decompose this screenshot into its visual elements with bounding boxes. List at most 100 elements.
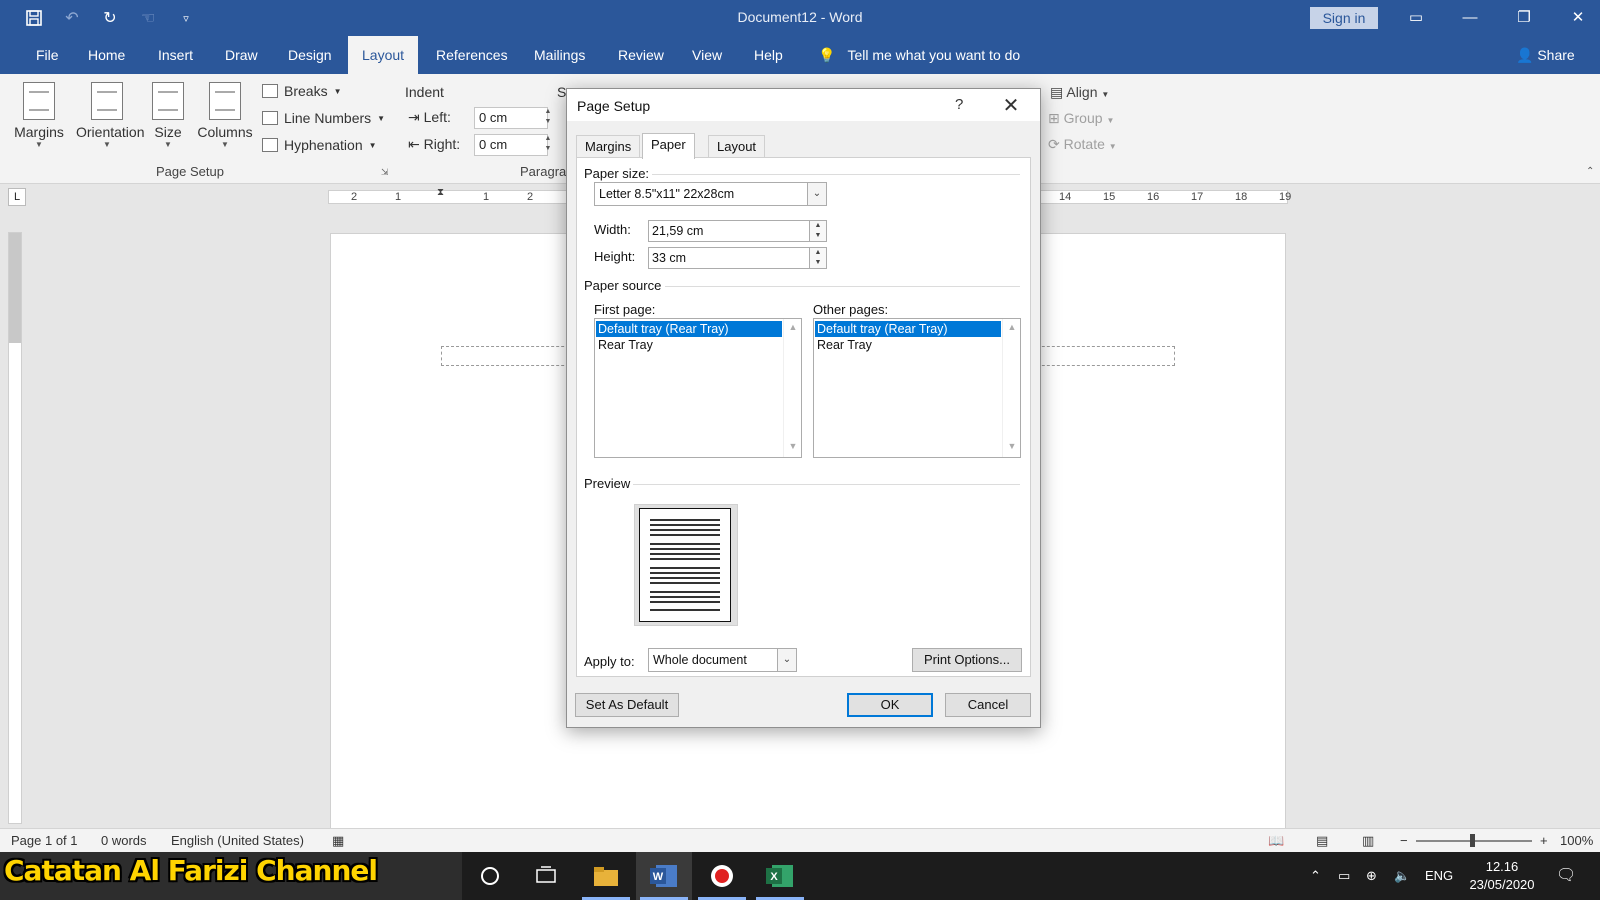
chevron-down-icon[interactable]: ⌄ xyxy=(777,649,796,671)
height-stepper[interactable]: ▲ ▼ xyxy=(809,248,826,268)
cortana-icon[interactable] xyxy=(462,852,518,900)
notifications-icon[interactable]: 🗨 xyxy=(1556,852,1576,900)
width-stepper[interactable]: ▲ ▼ xyxy=(809,221,826,241)
chevron-down-icon: ▼ xyxy=(221,140,229,149)
apply-to-select[interactable]: Whole document ⌄ xyxy=(648,648,797,672)
show-hidden-icons-icon[interactable]: ⌃ xyxy=(1310,852,1321,900)
list-item[interactable]: Default tray (Rear Tray) xyxy=(815,321,1001,337)
ok-button[interactable]: OK xyxy=(847,693,933,717)
ribbon-tab-bar: File Home Insert Draw Design Layout Refe… xyxy=(0,36,1600,74)
align-button[interactable]: ▤ Align ▼ xyxy=(1050,84,1109,101)
orientation-icon xyxy=(91,82,123,120)
indent-left-input[interactable]: 0 cm xyxy=(474,107,548,129)
tab-mailings[interactable]: Mailings xyxy=(520,36,599,74)
rotate-button[interactable]: ⟳ Rotate ▼ xyxy=(1048,136,1117,153)
indent-left-stepper[interactable]: ▲ ▼ xyxy=(542,107,554,129)
paper-size-heading: Paper size: xyxy=(584,166,650,181)
screen-recorder-icon[interactable] xyxy=(694,852,750,900)
indent-marker-icon[interactable]: ⧗ xyxy=(437,187,444,198)
indent-right-stepper[interactable]: ▲ ▼ xyxy=(542,134,554,156)
sign-in-button[interactable]: Sign in xyxy=(1310,7,1378,29)
web-layout-icon[interactable]: ▥ xyxy=(1362,833,1374,849)
first-page-listbox[interactable]: Default tray (Rear Tray) Rear Tray ▲ ▼ xyxy=(594,318,802,458)
line-numbers-label: Line Numbers xyxy=(284,110,372,126)
zoom-in-icon[interactable]: + xyxy=(1540,833,1548,848)
chevron-down-icon[interactable]: ⌄ xyxy=(807,183,826,205)
tab-selector[interactable]: L xyxy=(8,188,26,206)
network-icon[interactable]: ⊕ xyxy=(1366,852,1377,900)
zoom-level[interactable]: 100% xyxy=(1560,833,1593,848)
read-mode-icon[interactable]: 📖 xyxy=(1268,833,1284,849)
set-as-default-button[interactable]: Set As Default xyxy=(575,693,679,717)
tab-insert[interactable]: Insert xyxy=(144,36,207,74)
volume-icon[interactable]: 🔈 xyxy=(1394,852,1410,900)
tab-layout-dialog[interactable]: Layout xyxy=(708,135,766,158)
hyphenation-label: Hyphenation xyxy=(284,137,363,153)
channel-watermark: Catatan Al Farizi Channel xyxy=(4,854,378,887)
list-item[interactable]: Rear Tray xyxy=(815,337,1001,353)
other-pages-listbox[interactable]: Default tray (Rear Tray) Rear Tray ▲ ▼ xyxy=(813,318,1021,458)
macro-record-icon[interactable]: ▦ xyxy=(332,833,344,849)
print-options-button[interactable]: Print Options... xyxy=(912,648,1022,672)
margins-button[interactable]: Margins ▼ xyxy=(10,80,68,149)
margins-icon xyxy=(23,82,55,120)
apply-to-label: Apply to: xyxy=(584,654,635,669)
word-count[interactable]: 0 words xyxy=(101,833,147,848)
scrollbar[interactable]: ▲ ▼ xyxy=(1002,319,1020,457)
tab-references[interactable]: References xyxy=(422,36,522,74)
input-language[interactable]: ENG xyxy=(1425,852,1453,900)
print-layout-icon[interactable]: ▤ xyxy=(1316,833,1328,849)
page-count[interactable]: Page 1 of 1 xyxy=(11,833,78,848)
cancel-button[interactable]: Cancel xyxy=(945,693,1031,717)
size-icon xyxy=(152,82,184,120)
indent-right-input[interactable]: 0 cm xyxy=(474,134,548,156)
tab-paper[interactable]: Paper xyxy=(642,133,695,159)
minimize-icon[interactable]: — xyxy=(1452,6,1488,30)
vertical-ruler[interactable] xyxy=(8,232,22,824)
file-explorer-icon[interactable] xyxy=(578,852,634,900)
width-input[interactable]: 21,59 cm ▲ ▼ xyxy=(648,220,827,242)
ribbon-display-icon[interactable]: ▭ xyxy=(1398,6,1434,30)
excel-app-icon[interactable]: X xyxy=(752,852,808,900)
lightbulb-icon: 💡 xyxy=(818,47,836,63)
tell-me-search[interactable]: 💡 Tell me what you want to do xyxy=(818,36,1020,74)
tab-home[interactable]: Home xyxy=(74,36,139,74)
list-item[interactable]: Rear Tray xyxy=(596,337,782,353)
language-indicator[interactable]: English (United States) xyxy=(171,833,304,848)
share-button[interactable]: 👤 Share xyxy=(1516,36,1575,74)
word-app-icon[interactable]: W xyxy=(636,852,692,900)
restore-icon[interactable]: ❐ xyxy=(1506,6,1542,30)
orientation-button[interactable]: Orientation ▼ xyxy=(76,80,144,149)
height-input[interactable]: 33 cm ▲ ▼ xyxy=(648,247,827,269)
tab-review[interactable]: Review xyxy=(604,36,678,74)
tab-view[interactable]: View xyxy=(678,36,736,74)
close-icon[interactable]: ✕ xyxy=(999,93,1023,118)
collapse-ribbon-icon[interactable]: ⌃ xyxy=(1586,166,1594,177)
line-numbers-button[interactable]: Line Numbers ▼ xyxy=(262,110,385,126)
page-setup-dialog: Page Setup ? ✕ Margins Paper Layout Pape… xyxy=(566,88,1041,728)
scrollbar[interactable]: ▲ ▼ xyxy=(783,319,801,457)
group-button[interactable]: ⊞ Group ▼ xyxy=(1048,110,1114,127)
hyphenation-button[interactable]: Hyphenation ▼ xyxy=(262,137,377,153)
zoom-slider-thumb[interactable] xyxy=(1470,834,1475,847)
dialog-launcher-icon[interactable]: ⇲ xyxy=(381,167,389,178)
close-window-icon[interactable]: ✕ xyxy=(1560,6,1596,30)
zoom-out-icon[interactable]: − xyxy=(1400,833,1408,848)
paper-size-select[interactable]: Letter 8.5"x11" 22x28cm ⌄ xyxy=(594,182,827,206)
clock-time: 12.16 xyxy=(1485,859,1519,874)
help-icon[interactable]: ? xyxy=(955,96,963,113)
tab-draw[interactable]: Draw xyxy=(211,36,272,74)
task-view-icon[interactable] xyxy=(518,852,574,900)
tab-margins[interactable]: Margins xyxy=(576,135,641,158)
size-button[interactable]: Size ▼ xyxy=(140,80,196,149)
tab-help[interactable]: Help xyxy=(740,36,797,74)
list-item[interactable]: Default tray (Rear Tray) xyxy=(596,321,782,337)
tab-layout[interactable]: Layout xyxy=(348,36,419,74)
taskbar-search[interactable]: Catatan Al Farizi Channel xyxy=(0,852,462,900)
system-clock[interactable]: 12.16 23/05/2020 xyxy=(1462,858,1542,894)
columns-button[interactable]: Columns ▼ xyxy=(196,80,254,149)
battery-icon[interactable]: ▭ xyxy=(1338,852,1350,900)
tab-design[interactable]: Design xyxy=(274,36,346,74)
breaks-button[interactable]: Breaks ▼ xyxy=(262,83,342,99)
tab-file[interactable]: File xyxy=(22,36,73,74)
